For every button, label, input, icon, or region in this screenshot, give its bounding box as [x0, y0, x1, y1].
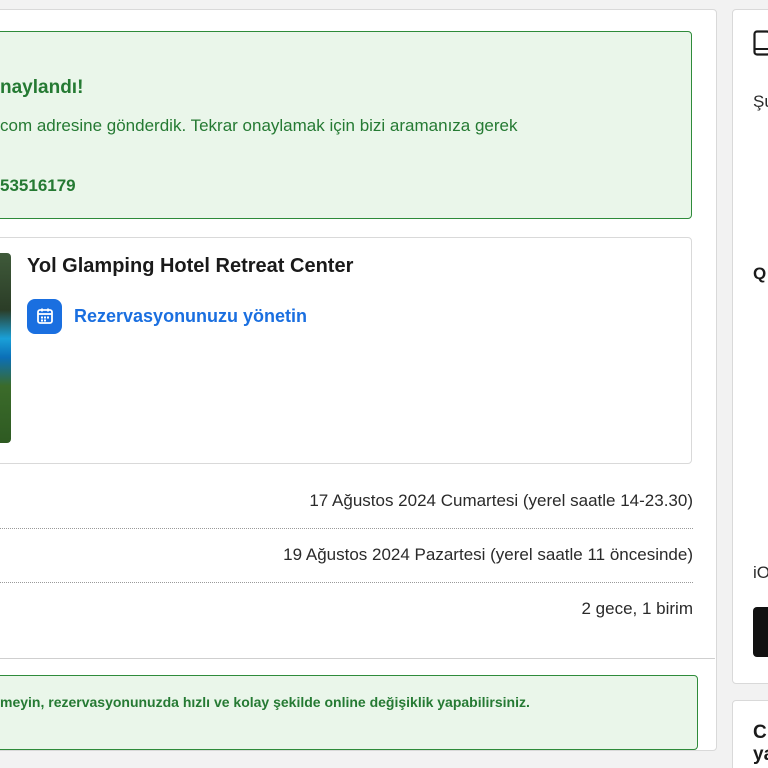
app-store-button[interactable]: [753, 607, 768, 657]
manage-booking-label: Rezervasyonunuzu yönetin: [74, 305, 308, 326]
side-help-heading: C ya: [753, 722, 768, 766]
hotel-photo[interactable]: [0, 253, 11, 443]
confirmation-email-text: com adresine gönderdik. Tekrar onaylamak…: [0, 116, 518, 135]
online-change-tip: [0, 675, 698, 750]
checkin-value: 17 Ağustos 2024 Cumartesi (yerel saatle …: [309, 491, 693, 510]
section-divider: [0, 658, 715, 659]
row-divider: [0, 528, 693, 529]
side-heading: Q: [753, 264, 767, 283]
phone-icon: [753, 30, 768, 56]
manage-booking-link[interactable]: Rezervasyonunuzu yönetin: [27, 298, 307, 334]
side-text: Şu: [753, 92, 768, 111]
checkout-value: 19 Ağustos 2024 Pazartesi (yerel saatle …: [283, 545, 693, 564]
side-text: iO: [753, 563, 768, 582]
page: naylandı! com adresine gönderdik. Tekrar…: [0, 0, 768, 768]
hotel-name[interactable]: Yol Glamping Hotel Retreat Center: [27, 255, 353, 278]
side-help-heading-line2: ya: [753, 744, 768, 765]
confirmation-title: naylandı!: [0, 77, 84, 98]
row-divider: [0, 582, 693, 583]
side-help-heading-line1: C: [753, 722, 767, 743]
confirmation-number: 53516179: [0, 176, 76, 195]
calendar-icon: [27, 298, 62, 334]
online-change-tip-text: meyin, rezervasyonunuzda hızlı ve kolay …: [0, 694, 530, 710]
stay-length-value: 2 gece, 1 birim: [581, 599, 694, 618]
